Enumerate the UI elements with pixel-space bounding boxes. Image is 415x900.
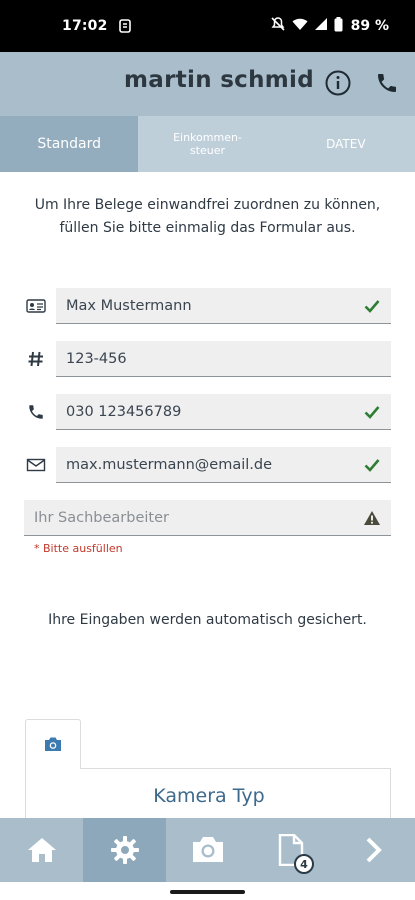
client-number-field[interactable]: 123-456	[56, 341, 391, 377]
info-icon	[325, 70, 351, 96]
phone-field[interactable]: 030 123456789	[56, 394, 391, 430]
tab-datev[interactable]: DATEV	[277, 116, 415, 172]
info-button[interactable]	[321, 66, 355, 100]
email-value: max.mustermann@email.de	[66, 456, 272, 473]
client-number-row: 123-456	[24, 341, 391, 377]
battery-percent: 89 %	[350, 18, 389, 34]
chevron-right-icon	[366, 837, 382, 863]
name-row: Max Mustermann	[24, 288, 391, 324]
intro-line: Um Ihre Belege einwandfrei zuordnen zu k…	[34, 197, 381, 213]
mute-icon	[270, 16, 286, 36]
email-field[interactable]: max.mustermann@email.de	[56, 447, 391, 483]
status-bar: 17:02 89 %	[0, 0, 415, 52]
clerk-placeholder: Ihr Sachbearbeiter	[34, 509, 169, 526]
tab-label: DATEV	[326, 136, 366, 151]
sim-icon	[118, 19, 132, 33]
home-indicator[interactable]	[170, 890, 245, 894]
camera-tab[interactable]	[25, 719, 81, 769]
tab-einkommensteuer[interactable]: Einkommen- steuer	[138, 116, 276, 172]
email-row: max.mustermann@email.de	[24, 447, 391, 483]
name-field[interactable]: Max Mustermann	[56, 288, 391, 324]
client-number-value: 123-456	[66, 350, 127, 367]
intro-line: füllen Sie bitte einmalig das Formular a…	[59, 220, 356, 236]
phone-value: 030 123456789	[66, 403, 182, 420]
signal-icon	[314, 17, 328, 35]
phone-row: 030 123456789	[24, 394, 391, 430]
app-header: martin schmid	[0, 52, 415, 116]
phone-icon	[378, 74, 396, 92]
tab-bar: Standard Einkommen- steuer DATEV	[0, 116, 415, 172]
tab-label: Einkommen- steuer	[173, 131, 242, 157]
nav-next[interactable]	[332, 818, 415, 882]
wifi-icon	[292, 17, 308, 35]
id-card-icon	[24, 294, 48, 318]
clerk-row: Ihr Sachbearbeiter	[24, 500, 391, 536]
camera-icon	[45, 737, 61, 751]
nav-documents[interactable]: 4	[249, 818, 332, 882]
battery-icon	[334, 16, 343, 36]
page-title: martin schmid	[124, 67, 314, 93]
tab-label: Standard	[37, 136, 102, 152]
clerk-field[interactable]: Ihr Sachbearbeiter	[24, 500, 391, 536]
call-button[interactable]	[370, 66, 404, 100]
document-count-badge: 4	[294, 854, 314, 874]
envelope-icon	[24, 453, 48, 477]
check-icon	[363, 403, 381, 421]
nav-home[interactable]	[0, 818, 83, 882]
bottom-nav: 4	[0, 818, 415, 882]
camera-icon	[192, 837, 223, 862]
nav-settings[interactable]	[83, 818, 166, 882]
hash-icon	[24, 347, 48, 371]
camera-type-selector[interactable]: Kamera Typ	[26, 785, 392, 807]
nav-camera[interactable]	[166, 818, 249, 882]
autosave-note: Ihre Eingaben werden automatisch gesiche…	[48, 612, 367, 628]
intro-text: Um Ihre Belege einwandfrei zuordnen zu k…	[20, 194, 395, 240]
name-value: Max Mustermann	[66, 297, 192, 314]
check-icon	[363, 297, 381, 315]
warning-icon	[363, 509, 381, 527]
validation-hint: * Bitte ausfüllen	[34, 542, 123, 555]
phone-icon	[24, 400, 48, 424]
check-icon	[363, 456, 381, 474]
home-icon	[27, 838, 56, 862]
status-time: 17:02	[62, 18, 108, 34]
tab-standard[interactable]: Standard	[0, 116, 139, 172]
gear-icon	[110, 836, 139, 864]
